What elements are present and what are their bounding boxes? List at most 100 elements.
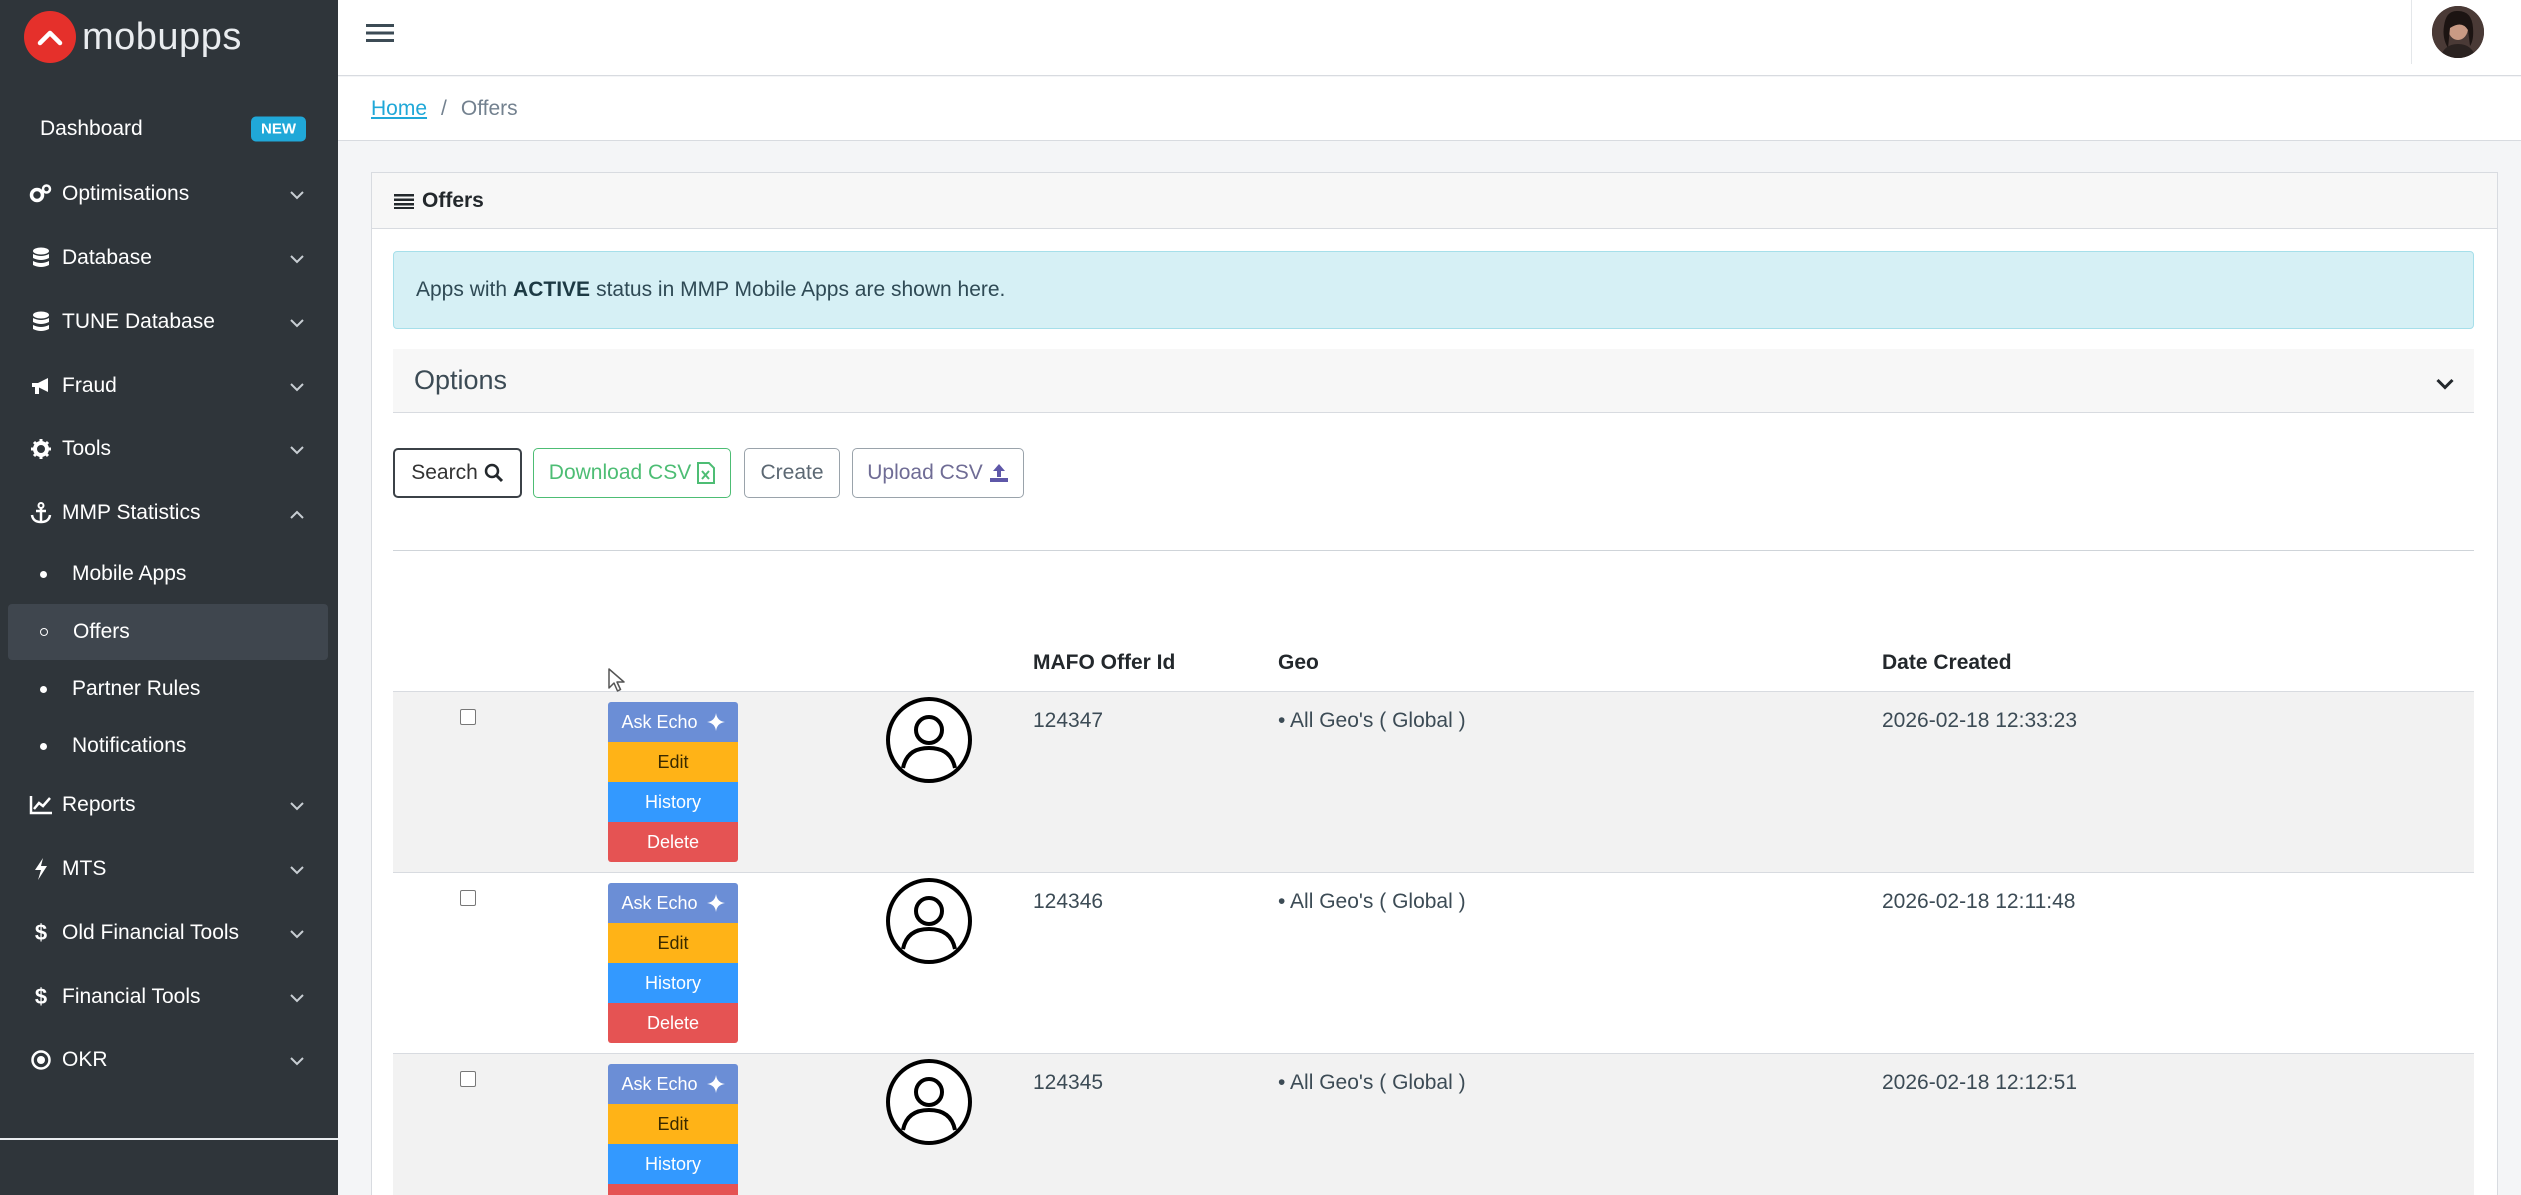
history-button[interactable]: History: [608, 782, 738, 822]
sidebar-item-old-financial-tools[interactable]: $ Old Financial Tools: [0, 905, 338, 961]
sidebar-item-tune-database[interactable]: TUNE Database: [0, 294, 338, 350]
breadcrumb-home-link[interactable]: Home: [371, 97, 427, 121]
sidebar-item-financial-tools[interactable]: $ Financial Tools: [0, 969, 338, 1025]
chevron-down-icon: [290, 437, 304, 461]
chevron-down-icon: [290, 857, 304, 881]
chevron-down-icon: [2436, 365, 2454, 396]
history-button[interactable]: History: [608, 963, 738, 1003]
sparkle-icon: [706, 1075, 725, 1093]
row-checkbox[interactable]: [460, 890, 476, 906]
dollar-icon: $: [34, 920, 48, 945]
sidebar-item-dashboard[interactable]: Dashboard NEW: [0, 101, 338, 157]
ask-echo-button[interactable]: Ask Echo: [608, 702, 738, 742]
chevron-down-icon: [290, 246, 304, 270]
brand-logo[interactable]: mobupps: [0, 0, 338, 74]
topbar-separator: [2411, 0, 2412, 64]
sidebar-item-optimisations[interactable]: Optimisations: [0, 166, 338, 222]
upload-csv-button[interactable]: Upload CSV: [852, 448, 1024, 498]
row-checkbox[interactable]: [460, 1071, 476, 1087]
user-circle-icon: [885, 1058, 973, 1151]
alert-text-bold: ACTIVE: [513, 278, 591, 301]
geo-cell: • All Geo's ( Global ): [1278, 709, 1466, 732]
bullet-icon: [40, 685, 47, 693]
sidebar-item-mmp-statistics[interactable]: MMP Statistics: [0, 485, 338, 541]
options-accordion[interactable]: Options: [393, 349, 2474, 413]
ask-echo-label: Ask Echo: [621, 1073, 698, 1094]
sidebar-item-okr[interactable]: OKR: [0, 1032, 338, 1088]
user-avatar[interactable]: [2432, 6, 2484, 58]
card-title: Offers: [422, 188, 484, 212]
row-actions: Ask Echo Edit History Delete: [608, 883, 738, 1043]
sidebar-item-tools[interactable]: Tools: [0, 421, 338, 477]
sidebar-item-label: Dashboard: [40, 117, 143, 140]
delete-button[interactable]: Delete: [608, 1184, 738, 1195]
target-icon: [28, 1050, 54, 1070]
chevron-down-icon: [290, 182, 304, 206]
ask-echo-button[interactable]: Ask Echo: [608, 1064, 738, 1104]
chevron-down-icon: [290, 921, 304, 945]
download-csv-button[interactable]: Download CSV: [533, 448, 731, 498]
file-excel-icon: [697, 462, 716, 484]
cogs-icon: [28, 183, 54, 205]
mouse-cursor-icon: [608, 668, 626, 699]
history-button[interactable]: History: [608, 1144, 738, 1184]
column-header-date-created[interactable]: Date Created: [1882, 651, 2012, 675]
ask-echo-button[interactable]: Ask Echo: [608, 883, 738, 923]
info-alert: Apps with ACTIVE status in MMP Mobile Ap…: [393, 251, 2474, 329]
sidebar-subitem-label: Offers: [73, 620, 130, 643]
column-header-offer-id[interactable]: MAFO Offer Id: [1033, 651, 1175, 675]
chevron-up-icon: [290, 501, 304, 525]
sidebar-subitem-partner-rules[interactable]: Partner Rules: [0, 661, 338, 717]
sidebar-subitem-mobile-apps[interactable]: Mobile Apps: [0, 546, 338, 602]
table-row: Ask Echo Edit History Delete 124347 • Al…: [393, 691, 2474, 872]
offer-id-cell: 124346: [1033, 890, 1104, 913]
bolt-icon: [28, 858, 54, 880]
ask-echo-label: Ask Echo: [621, 711, 698, 732]
sidebar-item-label: OKR: [62, 1048, 108, 1071]
geo-cell: • All Geo's ( Global ): [1278, 890, 1466, 913]
chevron-down-icon: [290, 374, 304, 398]
search-button[interactable]: Search: [393, 448, 522, 498]
offer-id-cell: 124345: [1033, 1071, 1104, 1094]
ask-echo-label: Ask Echo: [621, 892, 698, 913]
bullet-icon: [40, 570, 47, 578]
alert-text-before: Apps with: [416, 278, 508, 301]
sidebar-item-mts[interactable]: MTS: [0, 841, 338, 897]
edit-button[interactable]: Edit: [608, 1104, 738, 1144]
sparkle-icon: [706, 894, 725, 912]
sidebar-subitem-offers[interactable]: Offers: [8, 604, 328, 660]
table-row: Ask Echo Edit History Delete 124346 • Al…: [393, 872, 2474, 1053]
dollar-icon: $: [34, 984, 48, 1009]
sidebar-item-fraud[interactable]: Fraud: [0, 358, 338, 414]
bullet-ring-icon: [40, 628, 48, 636]
sidebar-item-reports[interactable]: Reports: [0, 777, 338, 833]
brand-name: mobupps: [82, 15, 242, 58]
bullet-icon: [40, 742, 47, 750]
column-header-geo[interactable]: Geo: [1278, 651, 1319, 675]
delete-button[interactable]: Delete: [608, 822, 738, 862]
row-checkbox[interactable]: [460, 709, 476, 725]
alert-text-after: status in MMP Mobile Apps are shown here…: [596, 278, 1006, 301]
upload-icon: [989, 463, 1009, 483]
sidebar-item-label: MMP Statistics: [62, 501, 201, 524]
hamburger-menu-icon[interactable]: [366, 22, 394, 49]
edit-button[interactable]: Edit: [608, 742, 738, 782]
create-button-label: Create: [760, 461, 824, 484]
user-circle-icon: [885, 696, 973, 789]
sidebar-item-label: Reports: [62, 793, 136, 816]
sidebar-subitem-notifications[interactable]: Notifications: [0, 718, 338, 774]
options-label: Options: [414, 365, 508, 395]
gear-icon: [28, 439, 54, 459]
date-created-cell: 2026-02-18 12:33:23: [1882, 709, 2077, 732]
sidebar-subitem-label: Partner Rules: [72, 677, 201, 700]
search-icon: [484, 463, 504, 483]
offers-card: Offers Apps with ACTIVE status in MMP Mo…: [371, 172, 2498, 1195]
delete-button[interactable]: Delete: [608, 1003, 738, 1043]
sidebar-item-label: Old Financial Tools: [62, 921, 240, 944]
sparkle-icon: [706, 713, 725, 731]
sidebar-item-database[interactable]: Database: [0, 230, 338, 286]
anchor-icon: [28, 502, 54, 524]
sidebar: mobupps Dashboard NEW Optimisations Data…: [0, 0, 338, 1195]
edit-button[interactable]: Edit: [608, 923, 738, 963]
create-button[interactable]: Create: [744, 448, 840, 498]
